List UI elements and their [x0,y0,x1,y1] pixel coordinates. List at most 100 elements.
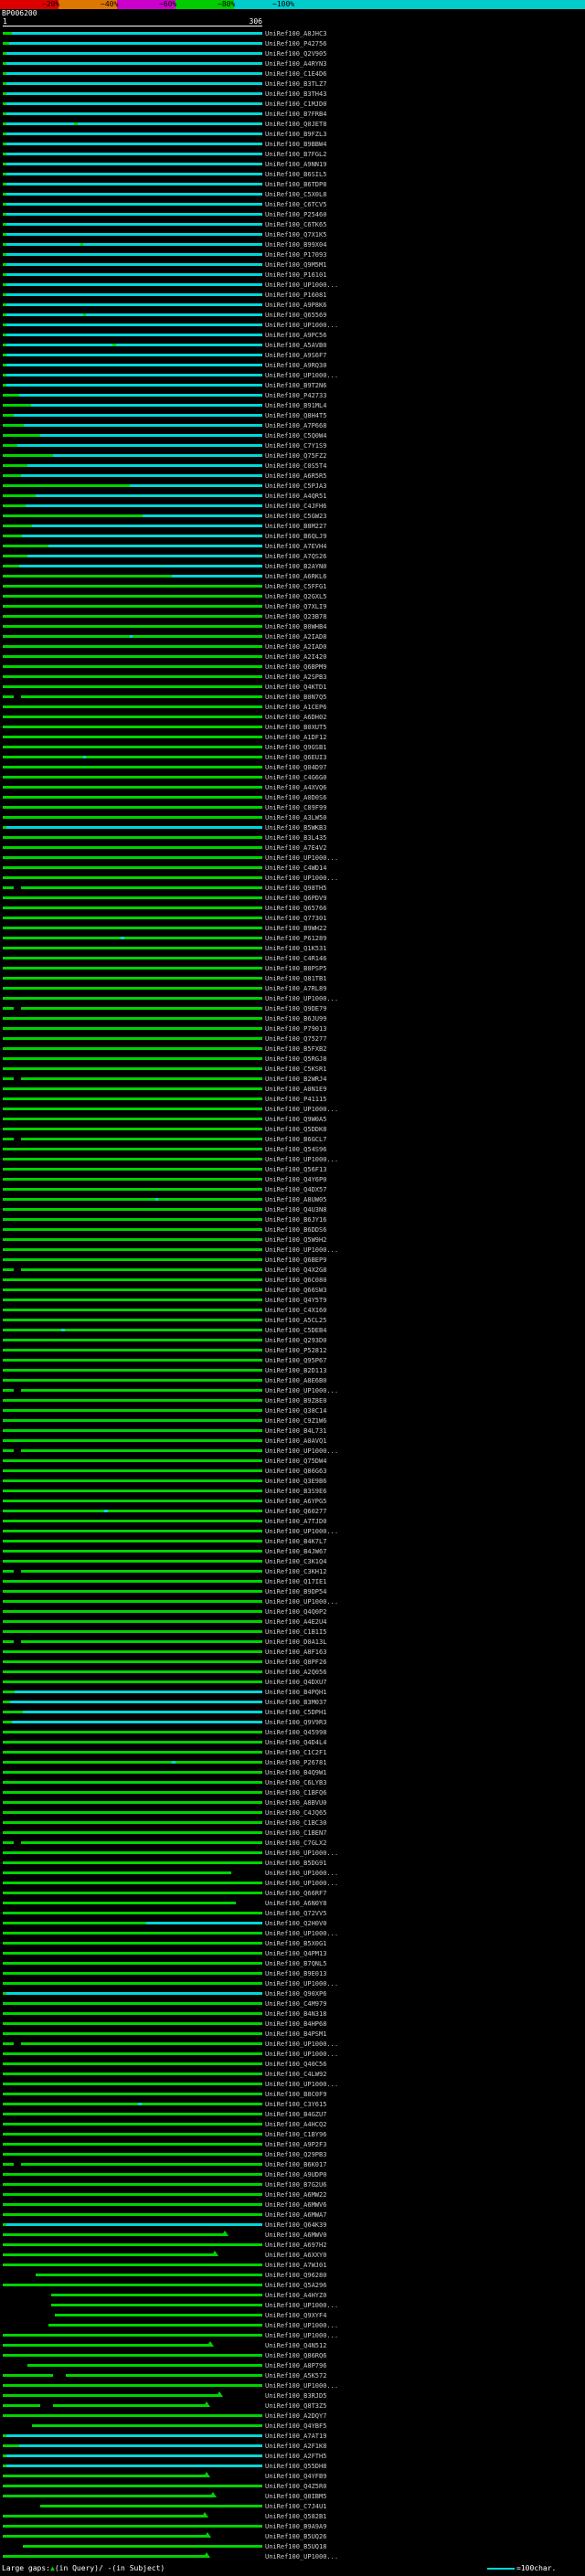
alignment-row[interactable]: UniRef100_UP1000... [0,2039,585,2049]
alignment-row[interactable]: UniRef100_B3TH43 [0,89,585,99]
alignment-row[interactable]: UniRef100_Q56F13 [0,1164,585,1174]
alignment-row[interactable]: UniRef100_C4WD14 [0,863,585,873]
alignment-row[interactable]: UniRef100_B4JW67 [0,1546,585,1556]
alignment-row[interactable]: UniRef100_B4PQH1 [0,1687,585,1697]
alignment-row[interactable]: UniRef100_B3S9E6 [0,1486,585,1496]
alignment-row[interactable]: UniRef100_C3K1Q4 [0,1556,585,1566]
alignment-row[interactable]: UniRef100_Q5W9H2 [0,1235,585,1245]
alignment-row[interactable]: UniRef100_Q293D0 [0,1335,585,1345]
alignment-row[interactable]: UniRef100_Q65766 [0,903,585,913]
alignment-row[interactable]: UniRef100_Q95P67 [0,1355,585,1365]
alignment-row[interactable]: UniRef100_Q4YFB9 [0,2471,585,2481]
alignment-row[interactable]: UniRef100_B9BBW4 [0,139,585,149]
alignment-row[interactable]: UniRef100_C1E4D6 [0,69,585,79]
alignment-row[interactable]: UniRef100_A1CEP6 [0,702,585,712]
alignment-row[interactable]: UniRef100_Q582B1 [0,2511,585,2521]
alignment-row[interactable]: UniRef100_A2Q056 [0,1667,585,1677]
alignment-row[interactable]: UniRef100_A6MWV0 [0,2230,585,2240]
alignment-row[interactable]: UniRef100_A9RQ30 [0,360,585,370]
alignment-row[interactable]: UniRef100_Q86G63 [0,1466,585,1476]
alignment-row[interactable]: UniRef100_Q40C56 [0,2059,585,2069]
alignment-row[interactable]: UniRef100_A0D0S6 [0,792,585,802]
alignment-row[interactable]: UniRef100_Q5A296 [0,2280,585,2290]
alignment-row[interactable]: UniRef100_A7TJD0 [0,1516,585,1526]
alignment-row[interactable]: UniRef100_Q9GSB1 [0,742,585,752]
alignment-row[interactable]: UniRef100_C6TK65 [0,219,585,229]
alignment-row[interactable]: UniRef100_Q4U3N8 [0,1204,585,1214]
alignment-row[interactable]: UniRef100_B9E013 [0,1968,585,1978]
alignment-row[interactable]: UniRef100_P17093 [0,249,585,260]
alignment-row[interactable]: UniRef100_B5FXB2 [0,1044,585,1054]
alignment-row[interactable]: UniRef100_UP1000... [0,2330,585,2340]
alignment-row[interactable]: UniRef100_Q5RGJ8 [0,1054,585,1064]
alignment-row[interactable]: UniRef100_A697H2 [0,2240,585,2250]
alignment-row[interactable]: UniRef100_A8E6B0 [0,1375,585,1385]
alignment-row[interactable]: UniRef100_P79013 [0,1023,585,1034]
alignment-row[interactable]: UniRef100_A6DH02 [0,712,585,722]
alignment-row[interactable]: UniRef100_A5AVB0 [0,340,585,350]
alignment-row[interactable]: UniRef100_A9P8K6 [0,300,585,310]
alignment-row[interactable]: UniRef100_C5X0L8 [0,189,585,199]
alignment-row[interactable]: UniRef100_B9T2N6 [0,380,585,390]
alignment-row[interactable]: UniRef100_UP1000... [0,1526,585,1536]
alignment-row[interactable]: UniRef100_C5Q0W4 [0,430,585,440]
alignment-row[interactable]: UniRef100_Q66SW3 [0,1285,585,1295]
alignment-row[interactable]: UniRef100_A9S6F7 [0,350,585,360]
alignment-row[interactable]: UniRef100_B6TDP8 [0,179,585,189]
alignment-row[interactable]: UniRef100_UP1000... [0,1245,585,1255]
alignment-row[interactable]: UniRef100_A6R5R5 [0,471,585,481]
alignment-row[interactable]: UniRef100_B6JU99 [0,1013,585,1023]
alignment-row[interactable]: UniRef100_A7WJ01 [0,2260,585,2270]
alignment-row[interactable]: UniRef100_B4N318 [0,2009,585,2019]
alignment-row[interactable]: UniRef100_UP1000... [0,280,585,290]
alignment-row[interactable]: UniRef100_Q77301 [0,913,585,923]
alignment-row[interactable]: UniRef100_C5PJA3 [0,481,585,491]
alignment-row[interactable]: UniRef100_A3LW50 [0,812,585,822]
alignment-row[interactable]: UniRef100_Q29PB3 [0,2149,585,2159]
alignment-row[interactable]: UniRef100_P42756 [0,38,585,48]
alignment-row[interactable]: UniRef100_UP1000... [0,1446,585,1456]
alignment-row[interactable]: UniRef100_UP1000... [0,1385,585,1395]
alignment-row[interactable]: UniRef100_C3KH12 [0,1566,585,1576]
alignment-row[interactable]: UniRef100_UP1000... [0,370,585,380]
alignment-row[interactable]: UniRef100_C4M979 [0,1998,585,2009]
alignment-row[interactable]: UniRef100_Q1K531 [0,943,585,953]
alignment-row[interactable]: UniRef100_Q8T3Z5 [0,2401,585,2411]
alignment-row[interactable]: UniRef100_A8P796 [0,2360,585,2370]
alignment-row[interactable]: UniRef100_Q6C080 [0,1275,585,1285]
alignment-row[interactable]: UniRef100_UP1000... [0,1868,585,1878]
alignment-row[interactable]: UniRef100_A6YPG5 [0,1496,585,1506]
alignment-row[interactable]: UniRef100_UP1000... [0,1928,585,1938]
alignment-row[interactable]: UniRef100_B5UQ18 [0,2541,585,2551]
alignment-row[interactable]: UniRef100_P61289 [0,933,585,943]
alignment-row[interactable]: UniRef100_B4L731 [0,1426,585,1436]
alignment-row[interactable]: UniRef100_C5KSR1 [0,1064,585,1074]
alignment-row[interactable]: UniRef100_UP1000... [0,2049,585,2059]
alignment-row[interactable]: UniRef100_B9FZL3 [0,129,585,139]
alignment-row[interactable]: UniRef100_Q72VV5 [0,1908,585,1918]
alignment-row[interactable]: UniRef100_A2DQY7 [0,2411,585,2421]
alignment-row[interactable]: UniRef100_B2AYN0 [0,561,585,571]
alignment-row[interactable]: UniRef100_Q7X1K5 [0,229,585,239]
alignment-row[interactable]: UniRef100_A7EVH4 [0,541,585,551]
alignment-row[interactable]: UniRef100_Q4DX57 [0,1184,585,1194]
alignment-row[interactable]: UniRef100_C5FFG1 [0,581,585,591]
alignment-row[interactable]: UniRef100_UP1000... [0,2300,585,2310]
alignment-row[interactable]: UniRef100_Q86RQ6 [0,2350,585,2360]
alignment-row[interactable]: UniRef100_A7QS26 [0,551,585,561]
alignment-row[interactable]: UniRef100_A9P2F3 [0,2139,585,2149]
alignment-row[interactable]: UniRef100_Q9DE79 [0,1003,585,1013]
alignment-row[interactable]: UniRef100_A4XVQ6 [0,782,585,792]
alignment-row[interactable]: UniRef100_B7G2U6 [0,2179,585,2189]
alignment-row[interactable]: UniRef100_A2FTH5 [0,2451,585,2461]
alignment-row[interactable]: UniRef100_UP1000... [0,1978,585,1988]
alignment-row[interactable]: UniRef100_C1BY96 [0,2129,585,2139]
alignment-row[interactable]: UniRef100_C0S5T4 [0,461,585,471]
alignment-row[interactable]: UniRef100_Q4Y6P0 [0,1174,585,1184]
alignment-row[interactable]: UniRef100_Q2H0V0 [0,1918,585,1928]
alignment-row[interactable]: UniRef100_B6QLJ9 [0,531,585,541]
alignment-row[interactable]: UniRef100_P26781 [0,1757,585,1767]
alignment-row[interactable]: UniRef100_D0A13L [0,1637,585,1647]
alignment-row[interactable]: UniRef100_B4GZU7 [0,2109,585,2119]
alignment-row[interactable]: UniRef100_B7FGL2 [0,149,585,159]
